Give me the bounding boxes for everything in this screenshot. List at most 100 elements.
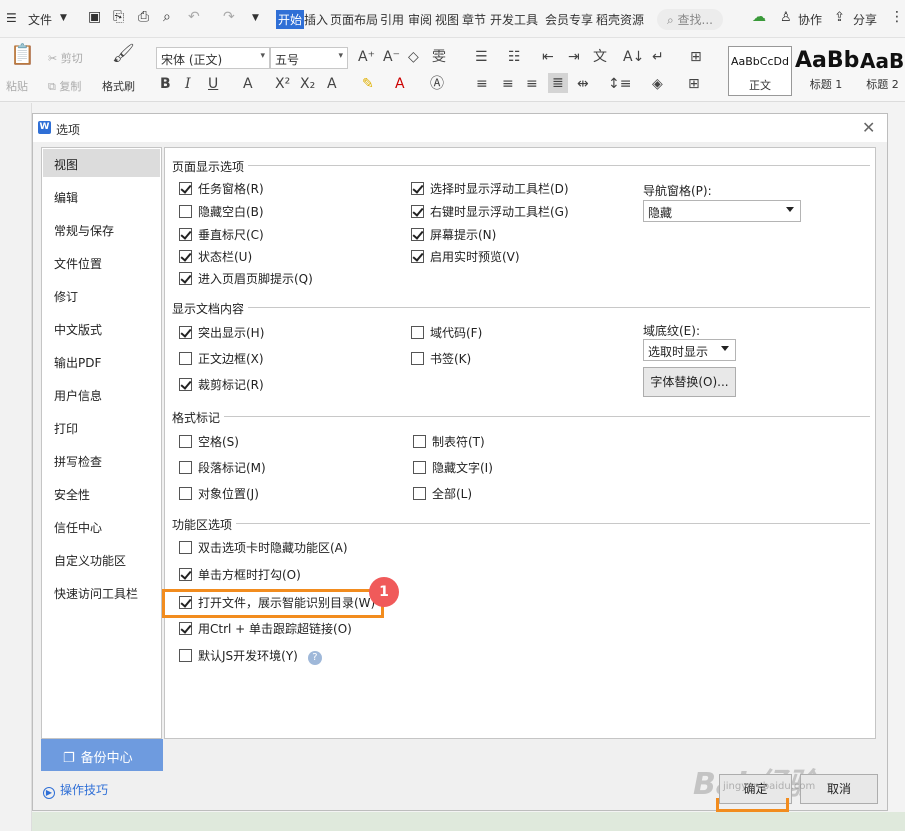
- chevron-down-icon[interactable]: ▼: [60, 13, 67, 23]
- redo-icon[interactable]: ↷: [223, 9, 235, 25]
- sort-icon[interactable]: A↓: [623, 49, 644, 65]
- distribute-icon[interactable]: ⇹: [577, 76, 589, 92]
- underline-icon[interactable]: U: [208, 76, 218, 92]
- sidebar-item-print[interactable]: 打印: [43, 413, 160, 441]
- clear-format-icon[interactable]: ◇: [408, 49, 419, 65]
- line-spacing-icon[interactable]: ↕≡: [608, 76, 631, 92]
- font-size-select[interactable]: 五号 ▾: [270, 47, 348, 69]
- cut-button[interactable]: ✂ 剪切: [48, 50, 83, 66]
- close-icon[interactable]: ✕: [862, 118, 875, 137]
- sidebar-item-customize-ribbon[interactable]: 自定义功能区: [43, 545, 160, 573]
- tab-page-layout[interactable]: 页面布局: [330, 11, 378, 28]
- highlight-checkbox[interactable]: 突出显示(H): [179, 326, 264, 340]
- tab-developer[interactable]: 开发工具: [490, 11, 538, 28]
- justify-icon[interactable]: ≣: [548, 73, 568, 93]
- collab-button[interactable]: 协作: [798, 11, 822, 28]
- help-icon[interactable]: ?: [307, 651, 322, 665]
- header-footer-hint-checkbox[interactable]: 进入页眉页脚提示(Q): [179, 272, 313, 286]
- paragraph-border-icon[interactable]: ⊞: [690, 49, 702, 65]
- print-icon[interactable]: ⎙: [138, 9, 149, 25]
- hide-whitespace-checkbox[interactable]: 隐藏空白(B): [179, 205, 264, 219]
- align-left-icon[interactable]: ≡: [476, 76, 488, 92]
- shading-icon[interactable]: ◈: [652, 76, 663, 92]
- live-preview-checkbox[interactable]: 启用实时预览(V): [411, 250, 520, 264]
- click-check-checkbox[interactable]: 单击方框时打勾(O): [179, 568, 301, 582]
- more-icon[interactable]: ⋮: [890, 9, 904, 25]
- file-menu[interactable]: 文件: [28, 11, 52, 28]
- char-border-icon[interactable]: Ⓐ: [430, 76, 444, 92]
- tab-docer[interactable]: 稻壳资源: [596, 11, 644, 28]
- all-marks-checkbox[interactable]: 全部(L): [413, 487, 472, 501]
- superscript-icon[interactable]: X²: [275, 76, 290, 92]
- style-normal[interactable]: AaBbCcDd 正文: [728, 46, 792, 96]
- decrease-indent-icon[interactable]: ⇤: [542, 49, 554, 65]
- share-button[interactable]: 分享: [853, 11, 877, 28]
- text-effect-icon[interactable]: A: [327, 76, 337, 92]
- tab-insert[interactable]: 插入: [304, 11, 328, 28]
- tab-chapter[interactable]: 章节: [462, 11, 486, 28]
- cloud-sync-icon[interactable]: ☁: [752, 9, 766, 25]
- font-substitution-button[interactable]: 字体替换(O)...: [643, 367, 736, 397]
- phonetic-icon[interactable]: 雯: [432, 49, 446, 65]
- sidebar-item-edit[interactable]: 编辑: [43, 182, 160, 210]
- spaces-checkbox[interactable]: 空格(S): [179, 435, 239, 449]
- copy-button[interactable]: ⧉ 复制: [48, 78, 81, 94]
- strikethrough-icon[interactable]: A: [243, 76, 253, 92]
- font-color-icon[interactable]: A: [395, 76, 405, 92]
- float-toolbar-select-checkbox[interactable]: 选择时显示浮动工具栏(D): [411, 182, 569, 196]
- screen-tips-checkbox[interactable]: 屏幕提示(N): [411, 228, 496, 242]
- sidebar-item-spell-check[interactable]: 拼写检查: [43, 446, 160, 474]
- crop-marks-checkbox[interactable]: 裁剪标记(R): [179, 378, 264, 392]
- bold-icon[interactable]: B: [160, 76, 171, 92]
- align-right-icon[interactable]: ≡: [526, 76, 538, 92]
- style-heading-1[interactable]: AaBb 标题 1: [795, 46, 859, 96]
- chinese-layout-icon[interactable]: 文: [593, 49, 607, 65]
- brush-icon[interactable]: 🖌: [112, 45, 135, 63]
- vertical-ruler-checkbox[interactable]: 垂直标尺(C): [179, 228, 264, 242]
- task-pane-checkbox[interactable]: 任务窗格(R): [179, 182, 264, 196]
- italic-icon[interactable]: I: [185, 76, 191, 92]
- sidebar-item-file-locations[interactable]: 文件位置: [43, 248, 160, 276]
- sidebar-item-general-save[interactable]: 常规与保存: [43, 215, 160, 243]
- shrink-font-icon[interactable]: A⁻: [383, 49, 400, 65]
- style-heading-2[interactable]: AaBl 标题 2: [860, 46, 905, 96]
- sidebar-item-trust-center[interactable]: 信任中心: [43, 512, 160, 540]
- hamburger-icon[interactable]: ☰: [6, 11, 17, 25]
- sidebar-item-chinese-layout[interactable]: 中文版式: [43, 314, 160, 342]
- sidebar-item-revisions[interactable]: 修订: [43, 281, 160, 309]
- show-marks-icon[interactable]: ↵: [652, 49, 664, 65]
- bullets-icon[interactable]: ☰: [475, 49, 488, 65]
- save-icon[interactable]: ▣: [88, 9, 101, 25]
- tab-view[interactable]: 视图: [435, 11, 459, 28]
- paste-button[interactable]: 粘贴: [6, 78, 28, 94]
- paragraph-marks-checkbox[interactable]: 段落标记(M): [179, 461, 266, 475]
- undo-icon[interactable]: ↶: [188, 9, 200, 25]
- js-env-checkbox[interactable]: 默认JS开发环境(Y)?: [179, 649, 322, 665]
- preview-icon[interactable]: ⌕: [163, 9, 171, 25]
- hidden-text-checkbox[interactable]: 隐藏文字(I): [413, 461, 493, 475]
- field-shading-select[interactable]: 选取时显示: [643, 339, 736, 361]
- nav-pane-select[interactable]: 隐藏: [643, 200, 801, 222]
- tab-review[interactable]: 审阅: [408, 11, 432, 28]
- bookmarks-checkbox[interactable]: 书签(K): [411, 352, 471, 366]
- field-codes-checkbox[interactable]: 域代码(F): [411, 326, 482, 340]
- align-center-icon[interactable]: ≡: [502, 76, 514, 92]
- search-box[interactable]: ⌕ 查找...: [657, 9, 723, 30]
- format-painter-button[interactable]: 格式刷: [102, 78, 135, 94]
- grow-font-icon[interactable]: A⁺: [358, 49, 375, 65]
- dblclick-hide-ribbon-checkbox[interactable]: 双击选项卡时隐藏功能区(A): [179, 541, 348, 555]
- sidebar-item-user-info[interactable]: 用户信息: [43, 380, 160, 408]
- tab-chars-checkbox[interactable]: 制表符(T): [413, 435, 485, 449]
- increase-indent-icon[interactable]: ⇥: [568, 49, 580, 65]
- paste-icon[interactable]: 📋: [10, 44, 35, 64]
- tab-home[interactable]: 开始: [276, 10, 305, 29]
- tips-link[interactable]: ▶ 操作技巧: [43, 781, 108, 799]
- highlight-icon[interactable]: ✎: [362, 76, 374, 92]
- tab-member[interactable]: 会员专享: [545, 11, 593, 28]
- tab-references[interactable]: 引用: [380, 11, 404, 28]
- font-name-select[interactable]: 宋体 (正文) ▾: [156, 47, 270, 69]
- border-icon[interactable]: ⊞: [688, 76, 700, 92]
- numbering-icon[interactable]: ☷: [508, 49, 521, 65]
- sidebar-item-quick-access[interactable]: 快速访问工具栏: [43, 578, 160, 606]
- sidebar-item-view[interactable]: 视图: [43, 149, 160, 177]
